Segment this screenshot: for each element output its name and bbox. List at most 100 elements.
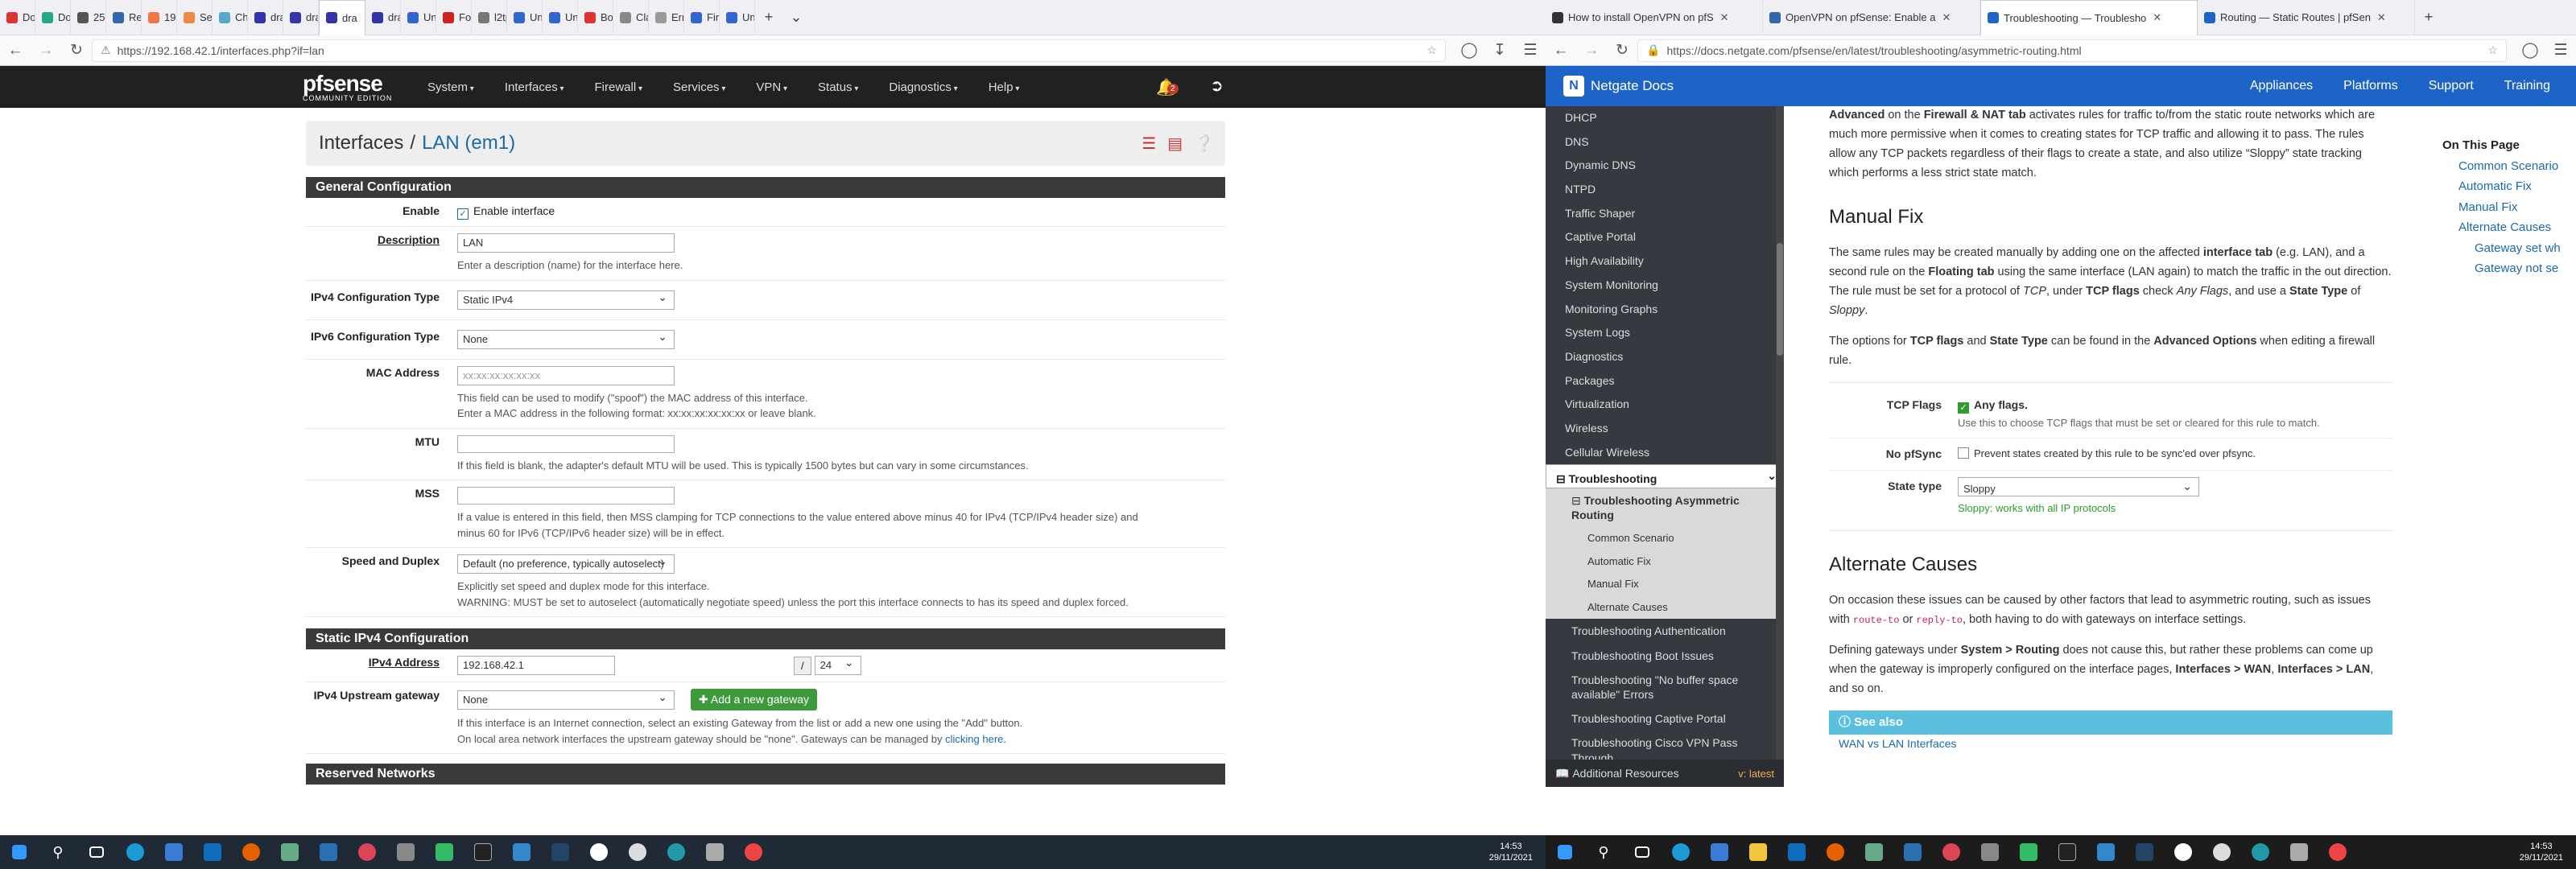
sidebar-item[interactable]: High Availability (1546, 249, 1784, 274)
search-icon[interactable]: ⚲ (39, 835, 77, 869)
no-pfsync-checkbox[interactable] (1958, 447, 1969, 459)
enable-checkbox[interactable]: ✓ (457, 208, 469, 220)
menu-icon[interactable]: ☰ (1515, 41, 1546, 60)
mss-input[interactable] (457, 487, 675, 505)
nav-link-training[interactable]: Training (2504, 79, 2550, 93)
nav-link-platforms[interactable]: Platforms (2343, 79, 2398, 93)
menu-status[interactable]: Status (818, 80, 858, 94)
ipv6-type-select[interactable]: None (457, 329, 675, 349)
browser-tab[interactable]: Error (649, 0, 684, 35)
browser-tab[interactable]: UniF (401, 0, 436, 35)
back-icon[interactable]: ← (0, 42, 31, 60)
reload-icon[interactable]: ↻ (1607, 41, 1637, 60)
url-field[interactable]: ⚠ https://192.168.42.1/interfaces.php?if=… (92, 39, 1446, 62)
download-icon[interactable]: ↧ (1484, 41, 1515, 60)
app-icon[interactable] (1971, 835, 2009, 869)
sidebar-sub-selected[interactable]: ⊟ Troubleshooting Asymmetric Routing (1546, 488, 1784, 528)
edge-icon[interactable] (1662, 835, 1700, 869)
forward-icon[interactable]: → (31, 42, 61, 60)
menu-help[interactable]: Help (989, 80, 1020, 94)
store-icon[interactable] (155, 835, 193, 869)
toc-link[interactable]: Alternate Causes (2442, 217, 2576, 238)
sidebar-item[interactable]: Wireless (1546, 417, 1784, 441)
app-icon[interactable] (2241, 835, 2280, 869)
sidebar-item[interactable]: System Logs (1546, 321, 1784, 345)
nav-link-appliances[interactable]: Appliances (2250, 79, 2313, 93)
chevron-down-icon[interactable]: ⌄ (782, 9, 810, 26)
sidebar-item[interactable]: System Monitoring (1546, 274, 1784, 298)
sidebar-item[interactable]: Dynamic DNS (1546, 154, 1784, 178)
app-icon[interactable] (2087, 835, 2125, 869)
menu-icon[interactable]: ☰ (2545, 41, 2576, 60)
github-icon[interactable] (2164, 835, 2202, 869)
sidebar-item[interactable]: Troubleshooting Authentication (1546, 619, 1784, 643)
store-icon[interactable] (1700, 835, 1739, 869)
browser-tab[interactable]: Forfa (436, 0, 472, 35)
sidebar-anchor[interactable]: Automatic Fix (1546, 550, 1784, 574)
browser-tab[interactable]: How to install OpenVPN on pfS ✕ (1546, 0, 1763, 35)
forward-icon[interactable]: → (1576, 42, 1607, 60)
ipv4-address-input[interactable]: 192.168.42.1 (457, 656, 615, 675)
browser-tab[interactable]: Se co (177, 0, 213, 35)
sidebar-item[interactable]: Monitoring Graphs (1546, 298, 1784, 322)
new-tab-icon[interactable]: + (2415, 9, 2442, 26)
any-flags-checkbox[interactable]: ✓ (1958, 402, 1969, 414)
task-view-icon[interactable] (1623, 835, 1662, 869)
close-icon[interactable]: ✕ (2377, 11, 2386, 24)
scrollbar-thumb[interactable] (1777, 243, 1783, 356)
browser-tab[interactable]: Docu (35, 0, 71, 35)
chrome-icon[interactable] (734, 835, 773, 869)
windows-start-icon[interactable] (0, 835, 39, 869)
sidebar-anchor[interactable]: Alternate Causes (1546, 595, 1784, 620)
system-clock[interactable]: 14:53 29/11/2021 (2520, 841, 2563, 864)
browser-tab[interactable]: dra (319, 0, 365, 35)
breadcrumb-root[interactable]: Interfaces (319, 132, 403, 154)
terminal-icon[interactable] (2048, 835, 2087, 869)
app-icon[interactable] (386, 835, 425, 869)
browser-tab[interactable]: Firew (684, 0, 720, 35)
terminal-icon[interactable] (464, 835, 502, 869)
app-icon[interactable] (270, 835, 309, 869)
sidebar-item[interactable]: Cellular Wireless (1546, 441, 1784, 465)
browser-tab[interactable]: Docu (0, 0, 35, 35)
app-icon[interactable] (2202, 835, 2241, 869)
description-input[interactable]: LAN (457, 233, 675, 253)
app-icon[interactable] (348, 835, 386, 869)
bookmark-icon[interactable]: ☆ (1426, 43, 1437, 57)
sidebar-item[interactable]: Captive Portal (1546, 225, 1784, 249)
app-icon[interactable] (1855, 835, 1893, 869)
app-icon[interactable] (502, 835, 541, 869)
toc-sublink[interactable]: Gateway set wh (2442, 238, 2576, 259)
app-icon[interactable] (657, 835, 696, 869)
ipv4-type-select[interactable]: Static IPv4 (457, 290, 675, 310)
pocket-icon[interactable]: ◯ (1454, 41, 1484, 60)
back-icon[interactable]: ← (1546, 42, 1576, 60)
reload-icon[interactable]: ↻ (61, 41, 92, 60)
browser-tab[interactable]: drag (365, 0, 401, 35)
firefox-icon[interactable] (1816, 835, 1855, 869)
toc-sublink[interactable]: Gateway not se (2442, 258, 2576, 279)
see-also-link[interactable]: WAN vs LAN Interfaces (1829, 735, 2392, 753)
menu-system[interactable]: System (427, 80, 474, 94)
state-type-select[interactable]: Sloppy (1958, 477, 2199, 497)
close-icon[interactable]: ✕ (2153, 11, 2161, 24)
menu-firewall[interactable]: Firewall (595, 80, 643, 94)
browser-tab[interactable]: UniF (720, 0, 755, 35)
edge-icon[interactable] (116, 835, 155, 869)
chrome-icon[interactable] (2318, 835, 2357, 869)
github-icon[interactable] (580, 835, 618, 869)
windows-start-icon[interactable] (1546, 835, 1584, 869)
outlook-icon[interactable] (193, 835, 232, 869)
outlook-icon[interactable] (1777, 835, 1816, 869)
mtu-input[interactable] (457, 434, 675, 453)
menu-services[interactable]: Services (673, 80, 725, 94)
nav-link-support[interactable]: Support (2429, 79, 2474, 93)
browser-tab[interactable]: UniF (543, 0, 578, 35)
browser-tab[interactable]: drag (283, 0, 319, 35)
app-icon[interactable] (1893, 835, 1932, 869)
sidebar-item[interactable]: Diagnostics (1546, 345, 1784, 369)
system-clock[interactable]: 14:53 29/11/2021 (1489, 841, 1533, 864)
browser-tab[interactable]: l2tp (472, 0, 507, 35)
close-icon[interactable]: ✕ (1942, 11, 1951, 24)
pfsense-logo[interactable]: pfsense COMMUNITY EDITION (303, 72, 403, 102)
